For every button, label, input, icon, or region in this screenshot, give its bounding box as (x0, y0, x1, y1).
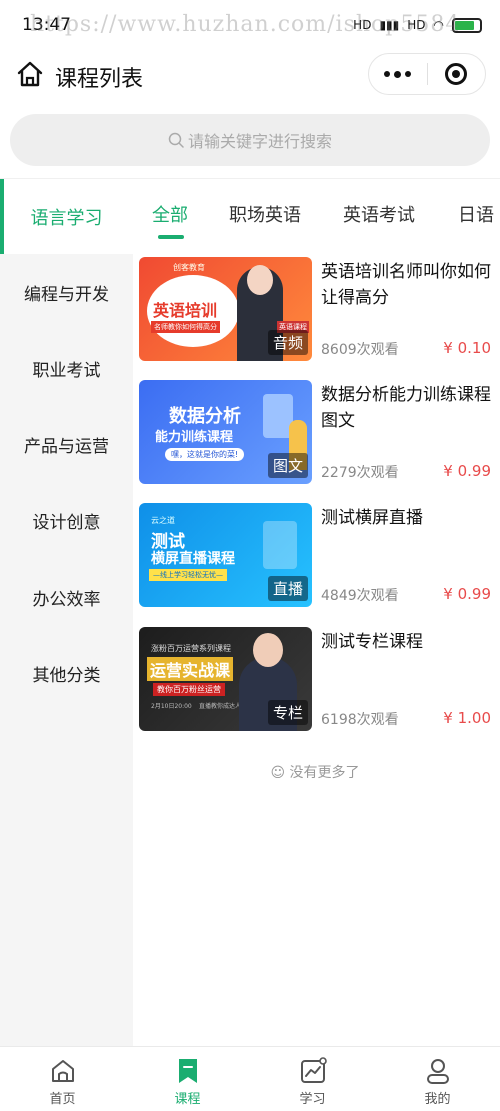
tabbar-label: 首页 (49, 1092, 76, 1107)
thumb-main-text: 英语培训 (153, 301, 218, 320)
search-placeholder: 请输关键字进行搜索 (187, 132, 332, 151)
signal-icon: ▮▮▮ (379, 18, 400, 32)
course-thumbnail: 数据分析 能力训练课程 嘿，这就是你的菜! 图文 (139, 380, 312, 484)
thumb-top-text: 创客教育 (173, 263, 205, 272)
tabbar-item-me[interactable]: 我的 (375, 1047, 500, 1111)
more-icon[interactable] (369, 54, 427, 94)
thumb-main-text-2: 能力训练课程 (155, 430, 234, 445)
sidebar-item-design[interactable]: 设计创意 (0, 482, 133, 558)
thumb-sub-text: 教你百万粉丝运营 (153, 683, 225, 696)
mini-program-capsule (368, 53, 486, 95)
course-type-badge: 图文 (267, 453, 308, 478)
course-thumbnail: 创客教育 英语培训 名师教你如何得高分 英语课程 音频 (139, 257, 312, 361)
course-title: 测试横屏直播 (321, 508, 423, 528)
course-views: 6198次观看 (321, 712, 399, 728)
thumb-main-text: 运营实战课 (147, 657, 234, 681)
network-label-2: HD (407, 18, 426, 32)
tabbar-item-home[interactable]: 首页 (0, 1047, 125, 1111)
home-tab-icon (51, 1060, 74, 1082)
tabbar-label: 学习 (299, 1092, 326, 1107)
sidebar-item-other[interactable]: 其他分类 (0, 635, 133, 711)
tab-japanese[interactable]: 日语 (458, 201, 494, 227)
tab-underline (158, 235, 184, 239)
active-indicator (0, 179, 4, 254)
course-price: ¥ 0.99 (443, 462, 491, 480)
user-icon (426, 1059, 449, 1084)
search-icon (168, 132, 184, 148)
thumb-sub-text: 名师教你如何得高分 (151, 321, 220, 333)
course-type-badge: 直播 (267, 576, 308, 601)
course-type-badge: 专栏 (267, 700, 308, 725)
thumb-top-text: 涨粉百万运营系列课程 (151, 644, 231, 653)
course-price: ¥ 0.10 (443, 339, 491, 357)
course-title: 数据分析能力训练课程图文 (321, 385, 491, 431)
course-type-badge: 音频 (267, 330, 308, 355)
tabbar-label: 我的 (424, 1092, 451, 1107)
course-price: ¥ 0.99 (443, 585, 491, 603)
sidebar-item-exams[interactable]: 职业考试 (0, 330, 133, 406)
battery-icon (452, 17, 482, 33)
sidebar-item-programming[interactable]: 编程与开发 (0, 254, 133, 330)
sub-category-tabs: 全部 职场英语 英语考试 日语 (133, 179, 500, 254)
primary-category-active[interactable]: 语言学习 (0, 179, 133, 254)
status-time: 13:47 (22, 15, 71, 35)
page-title: 课程列表 (55, 67, 144, 92)
trend-chart-icon (300, 1057, 327, 1083)
wifi-icon: ◠ (433, 18, 444, 32)
course-price: ¥ 1.00 (443, 709, 491, 727)
tabbar-item-study[interactable]: 学习 (250, 1047, 375, 1111)
thumb-date-text: 2月10日20:00 (151, 703, 192, 710)
thumb-sub-text: 嘿，这就是你的菜! (165, 448, 245, 461)
no-more-hint: ☺ 没有更多了 (139, 762, 491, 782)
network-label-1: HD (353, 18, 372, 32)
smile-icon: ☺ (270, 765, 286, 781)
thumb-main-text: 数据分析 (169, 406, 241, 427)
header: 课程列表 (0, 50, 500, 100)
thumb-note-text: 直播教你成达人 (199, 703, 242, 710)
course-thumbnail: 云之道 测试 横屏直播课程 —线上学习轻松无忧— 直播 (139, 503, 312, 607)
tab-all[interactable]: 全部 (152, 201, 188, 227)
thumb-top-text: 云之道 (151, 516, 175, 525)
course-title: 英语培训名师叫你如何让得高分 (321, 262, 491, 308)
category-sidebar: 编程与开发 职业考试 产品与运营 设计创意 办公效率 其他分类 (0, 254, 133, 1046)
course-item[interactable]: 创客教育 英语培训 名师教你如何得高分 英语课程 音频 英语培训名师叫你如何让得… (139, 257, 491, 363)
status-icons: HD ▮▮▮ HD ◠ (353, 17, 482, 33)
status-bar: 13:47 HD ▮▮▮ HD ◠ (0, 0, 500, 50)
bottom-tab-bar: 首页 课程 学习 我的 (0, 1046, 500, 1111)
course-views: 4849次观看 (321, 588, 399, 604)
course-thumbnail: 涨粉百万运营系列课程 运营实战课 教你百万粉丝运营 2月10日20:00 直播教… (139, 627, 312, 731)
course-item[interactable]: 云之道 测试 横屏直播课程 —线上学习轻松无忧— 直播 测试横屏直播 4849次… (139, 503, 491, 609)
home-icon[interactable] (16, 60, 44, 88)
course-item[interactable]: 数据分析 能力训练课程 嘿，这就是你的菜! 图文 数据分析能力训练课程图文 22… (139, 380, 491, 486)
thumb-sub-text: —线上学习轻松无忧— (149, 569, 227, 581)
thumb-main-text-2: 横屏直播课程 (151, 551, 235, 567)
course-views: 8609次观看 (321, 342, 399, 358)
tabbar-label: 课程 (174, 1092, 201, 1107)
tab-english-exam[interactable]: 英语考试 (343, 201, 415, 227)
primary-category-label: 语言学习 (30, 207, 103, 229)
tabbar-item-courses[interactable]: 课程 (125, 1047, 250, 1111)
sidebar-item-product[interactable]: 产品与运营 (0, 406, 133, 482)
course-views: 2279次观看 (321, 465, 399, 481)
bookmark-icon (178, 1059, 197, 1083)
sidebar-item-office[interactable]: 办公效率 (0, 559, 133, 635)
tab-workplace-english[interactable]: 职场英语 (229, 201, 301, 227)
close-target-icon[interactable] (427, 54, 485, 94)
course-title: 测试专栏课程 (321, 632, 423, 652)
no-more-text: 没有更多了 (289, 765, 360, 781)
course-item[interactable]: 涨粉百万运营系列课程 运营实战课 教你百万粉丝运营 2月10日20:00 直播教… (139, 627, 491, 733)
search-input[interactable]: 请输关键字进行搜索 (10, 114, 490, 166)
